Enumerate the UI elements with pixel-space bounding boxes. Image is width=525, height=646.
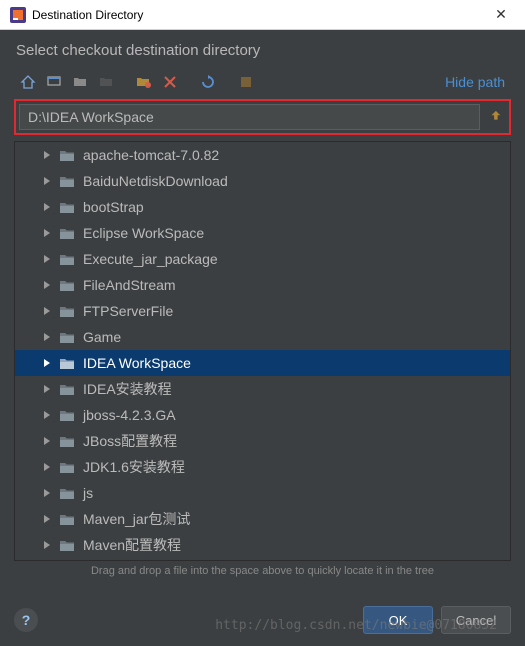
tree-node-label: Execute_jar_package bbox=[83, 251, 218, 267]
tree-node-label: bootStrap bbox=[83, 199, 144, 215]
tree-node[interactable]: IDEA WorkSpace bbox=[15, 350, 510, 376]
tree-node-label: Eclipse WorkSpace bbox=[83, 225, 204, 241]
tree-node[interactable]: FTPServerFile bbox=[15, 298, 510, 324]
folder-icon bbox=[59, 330, 75, 344]
hint-text: Drag and drop a file into the space abov… bbox=[0, 561, 525, 577]
tree-node[interactable]: FileAndStream bbox=[15, 272, 510, 298]
tree-node-label: Game bbox=[83, 329, 121, 345]
tree-node[interactable]: IDEA安装教程 bbox=[15, 376, 510, 402]
tree-node[interactable]: js bbox=[15, 480, 510, 506]
dialog-body: Select checkout destination directory Hi… bbox=[0, 30, 525, 646]
folder-icon bbox=[59, 460, 75, 474]
expand-arrow-icon[interactable] bbox=[43, 515, 53, 523]
app-icon bbox=[10, 7, 26, 23]
tree-node-label: BaiduNetdiskDownload bbox=[83, 173, 228, 189]
tree-node-label: IDEA WorkSpace bbox=[83, 355, 191, 371]
tree-node[interactable]: Maven_jar包测试 bbox=[15, 506, 510, 532]
expand-arrow-icon[interactable] bbox=[43, 541, 53, 549]
folder-icon bbox=[59, 304, 75, 318]
expand-arrow-icon[interactable] bbox=[43, 359, 53, 367]
tree-node[interactable]: apache-tomcat-7.0.82 bbox=[15, 142, 510, 168]
expand-arrow-icon[interactable] bbox=[43, 437, 53, 445]
folder-icon bbox=[59, 538, 75, 552]
tree-node[interactable]: Game bbox=[15, 324, 510, 350]
tree-node[interactable]: jboss-4.2.3.GA bbox=[15, 402, 510, 428]
delete-icon[interactable] bbox=[158, 71, 182, 93]
new-folder-icon[interactable] bbox=[132, 71, 156, 93]
expand-arrow-icon[interactable] bbox=[43, 489, 53, 497]
toolbar: Hide path bbox=[0, 69, 525, 99]
close-icon[interactable]: ✕ bbox=[481, 6, 521, 23]
expand-arrow-icon[interactable] bbox=[43, 385, 53, 393]
project-icon[interactable] bbox=[68, 71, 92, 93]
folder-icon bbox=[59, 174, 75, 188]
tree-node-label: Maven_jar包测试 bbox=[83, 509, 190, 529]
directory-tree[interactable]: apache-tomcat-7.0.82 BaiduNetdiskDownload… bbox=[15, 142, 510, 560]
tree-node[interactable]: bootStrap bbox=[15, 194, 510, 220]
expand-arrow-icon[interactable] bbox=[43, 411, 53, 419]
tree-node-label: JBoss配置教程 bbox=[83, 431, 177, 451]
expand-arrow-icon[interactable] bbox=[43, 151, 53, 159]
folder-icon bbox=[59, 382, 75, 396]
ok-button[interactable]: OK bbox=[363, 606, 433, 634]
folder-icon bbox=[59, 486, 75, 500]
tree-node[interactable]: BaiduNetdiskDownload bbox=[15, 168, 510, 194]
tree-node[interactable]: Maven配置教程 bbox=[15, 532, 510, 558]
folder-icon bbox=[59, 356, 75, 370]
tree-node[interactable]: JDK1.6安装教程 bbox=[15, 454, 510, 480]
window-title: Destination Directory bbox=[32, 8, 481, 22]
folder-icon bbox=[59, 278, 75, 292]
folder-icon bbox=[59, 512, 75, 526]
title-bar: Destination Directory ✕ bbox=[0, 0, 525, 30]
module-icon[interactable] bbox=[94, 71, 118, 93]
tree-node-label: apache-tomcat-7.0.82 bbox=[83, 147, 219, 163]
tree-node-label: Maven配置教程 bbox=[83, 535, 181, 555]
tree-node-label: FTPServerFile bbox=[83, 303, 173, 319]
desktop-icon[interactable] bbox=[42, 71, 66, 93]
expand-arrow-icon[interactable] bbox=[43, 229, 53, 237]
cancel-button[interactable]: Cancel bbox=[441, 606, 511, 634]
folder-icon bbox=[59, 434, 75, 448]
tree-container: apache-tomcat-7.0.82 BaiduNetdiskDownload… bbox=[14, 141, 511, 561]
expand-arrow-icon[interactable] bbox=[43, 307, 53, 315]
home-icon[interactable] bbox=[16, 71, 40, 93]
history-icon[interactable] bbox=[484, 106, 506, 128]
tree-node-label: FileAndStream bbox=[83, 277, 176, 293]
refresh-icon[interactable] bbox=[196, 71, 220, 93]
subtitle: Select checkout destination directory bbox=[0, 30, 525, 69]
help-button[interactable]: ? bbox=[14, 608, 38, 632]
tree-node[interactable]: Eclipse WorkSpace bbox=[15, 220, 510, 246]
tree-node-label: js bbox=[83, 485, 93, 501]
expand-arrow-icon[interactable] bbox=[43, 177, 53, 185]
path-row bbox=[14, 99, 511, 135]
footer: ? OK Cancel bbox=[0, 606, 525, 634]
folder-icon bbox=[59, 200, 75, 214]
folder-icon bbox=[59, 408, 75, 422]
expand-arrow-icon[interactable] bbox=[43, 333, 53, 341]
folder-icon bbox=[59, 252, 75, 266]
tree-node[interactable]: Execute_jar_package bbox=[15, 246, 510, 272]
tree-node-label: jboss-4.2.3.GA bbox=[83, 407, 176, 423]
tree-node-label: IDEA安装教程 bbox=[83, 379, 172, 399]
expand-arrow-icon[interactable] bbox=[43, 281, 53, 289]
tree-node-label: JDK1.6安装教程 bbox=[83, 457, 185, 477]
hide-path-link[interactable]: Hide path bbox=[445, 74, 511, 90]
folder-icon bbox=[59, 226, 75, 240]
show-hidden-icon[interactable] bbox=[234, 71, 258, 93]
expand-arrow-icon[interactable] bbox=[43, 203, 53, 211]
tree-node[interactable]: JBoss配置教程 bbox=[15, 428, 510, 454]
folder-icon bbox=[59, 148, 75, 162]
expand-arrow-icon[interactable] bbox=[43, 255, 53, 263]
path-input[interactable] bbox=[19, 104, 480, 130]
expand-arrow-icon[interactable] bbox=[43, 463, 53, 471]
